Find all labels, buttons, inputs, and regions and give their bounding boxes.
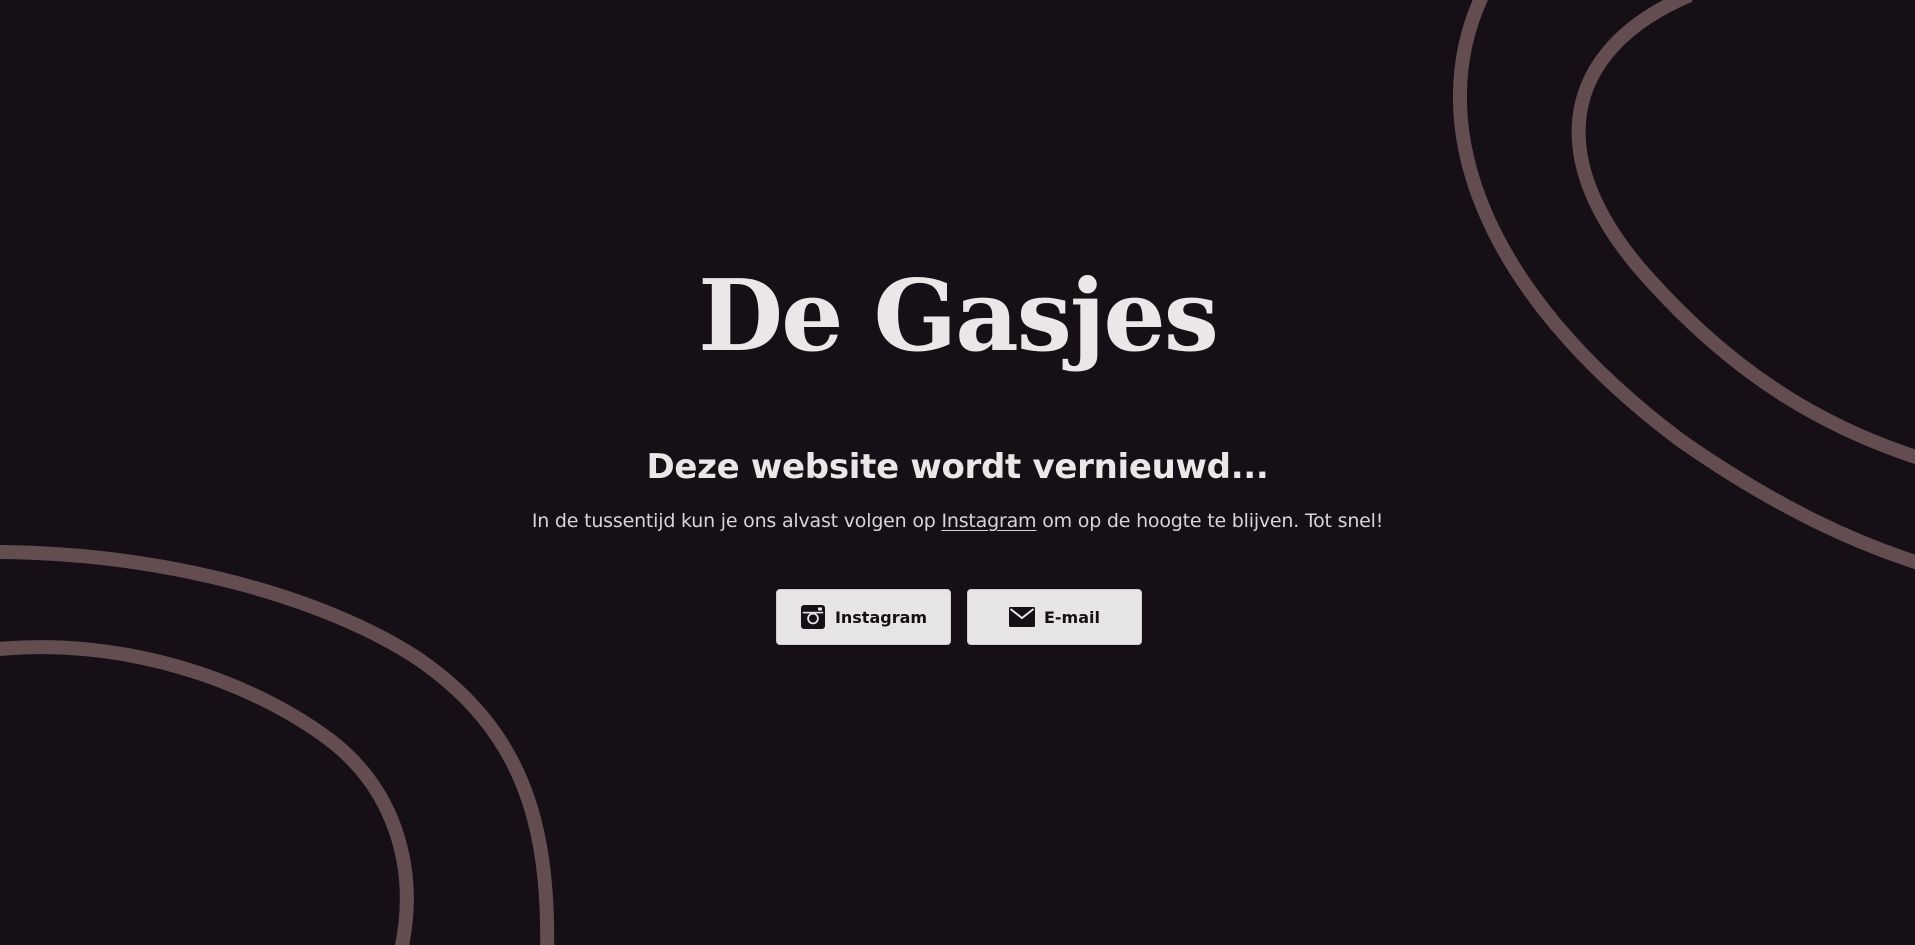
decor-arc-bottom-left-inner (0, 640, 414, 945)
action-buttons: Instagram E-mail (776, 589, 1142, 645)
decor-arc-top-right-inner (1571, 0, 1915, 465)
intro-text-before: In de tussentijd kun je ons alvast volge… (531, 510, 942, 532)
mail-icon (1008, 604, 1035, 630)
email-button[interactable]: E-mail (967, 589, 1142, 645)
decor-arc-bottom-left-outer (0, 545, 555, 945)
page-headline: Deze website wordt vernieuwd... (646, 447, 1269, 487)
intro-text: In de tussentijd kun je ons alvast volge… (0, 509, 1915, 533)
intro-text-after: om op de hoogte te blijven. Tot snel! (1036, 510, 1384, 532)
instagram-button-label: Instagram (834, 607, 928, 627)
brand-title: De Gasjes (698, 259, 1219, 374)
instagram-text-link[interactable]: Instagram (941, 510, 1036, 532)
instagram-button[interactable]: Instagram (776, 589, 951, 645)
instagram-icon (800, 604, 826, 630)
email-button-label: E-mail (1043, 607, 1100, 627)
